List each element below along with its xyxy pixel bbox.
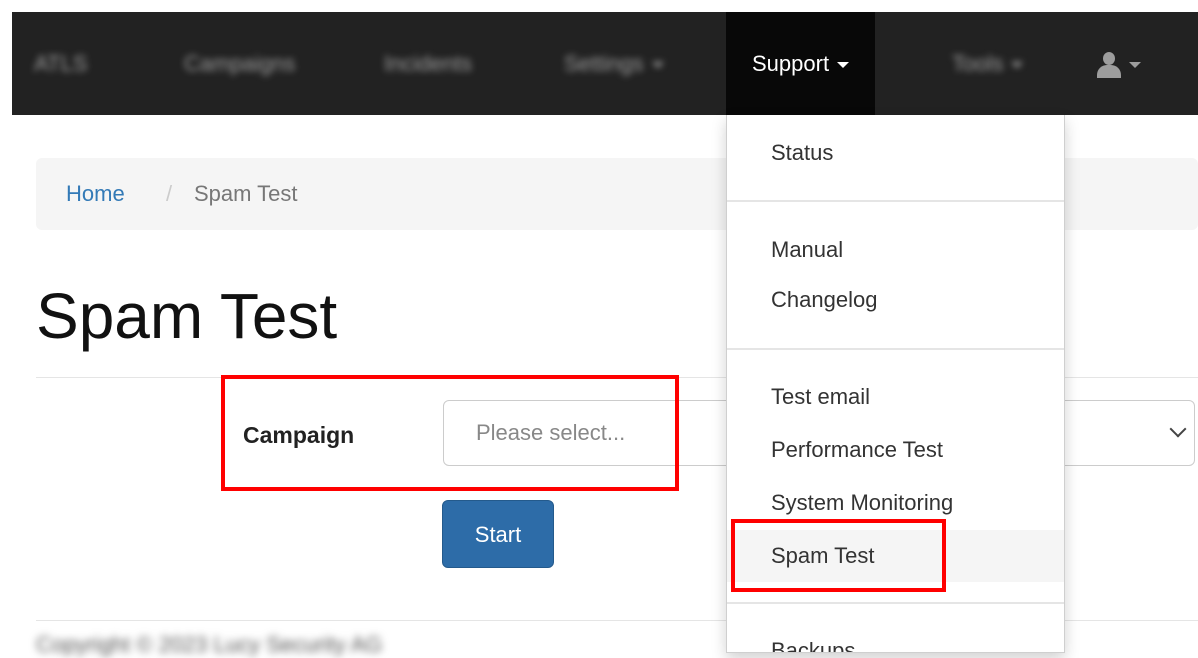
menu-item-backups[interactable]: Backups [771, 633, 855, 652]
nav-campaigns[interactable]: Campaigns [184, 12, 295, 115]
menu-item-manual[interactable]: Manual [771, 232, 843, 268]
menu-item-performance-test[interactable]: Performance Test [771, 432, 943, 468]
breadcrumb-separator: / [166, 181, 173, 206]
menu-item-status[interactable]: Status [771, 135, 833, 171]
footer-copyright: Copyright © 2023 Lucy Security AG [36, 632, 383, 657]
caret-down-icon [1129, 62, 1141, 69]
caret-down-icon [1011, 62, 1024, 69]
nav-user-menu[interactable] [1097, 12, 1141, 115]
nav-tools-label: Tools [952, 51, 1004, 76]
menu-divider [727, 200, 1064, 202]
highlight-box-campaign [221, 375, 679, 491]
menu-divider [727, 348, 1064, 350]
chevron-down-icon [1169, 420, 1187, 438]
nav-settings[interactable]: Settings [564, 12, 664, 115]
user-icon [1097, 52, 1121, 79]
breadcrumb-current: Spam Test [194, 181, 298, 206]
start-button[interactable]: Start [442, 500, 554, 568]
nav-support-label: Support [752, 51, 830, 76]
page-title: Spam Test [36, 280, 338, 352]
highlight-box-spam-test [731, 519, 946, 592]
menu-item-test-email[interactable]: Test email [771, 379, 870, 415]
caret-down-icon [651, 62, 664, 69]
top-navbar: ATLS Campaigns Incidents Settings Suppor… [12, 12, 1198, 115]
nav-tools[interactable]: Tools [952, 12, 1024, 115]
nav-support[interactable]: Support [726, 12, 876, 115]
menu-item-system-monitoring[interactable]: System Monitoring [771, 485, 953, 521]
menu-item-changelog[interactable]: Changelog [771, 282, 877, 318]
caret-down-icon [837, 62, 850, 69]
brand-logo[interactable]: ATLS [34, 12, 87, 115]
nav-settings-label: Settings [564, 51, 644, 76]
breadcrumb-home-link[interactable]: Home [66, 158, 125, 230]
nav-incidents[interactable]: Incidents [384, 12, 472, 115]
menu-divider [727, 602, 1064, 604]
